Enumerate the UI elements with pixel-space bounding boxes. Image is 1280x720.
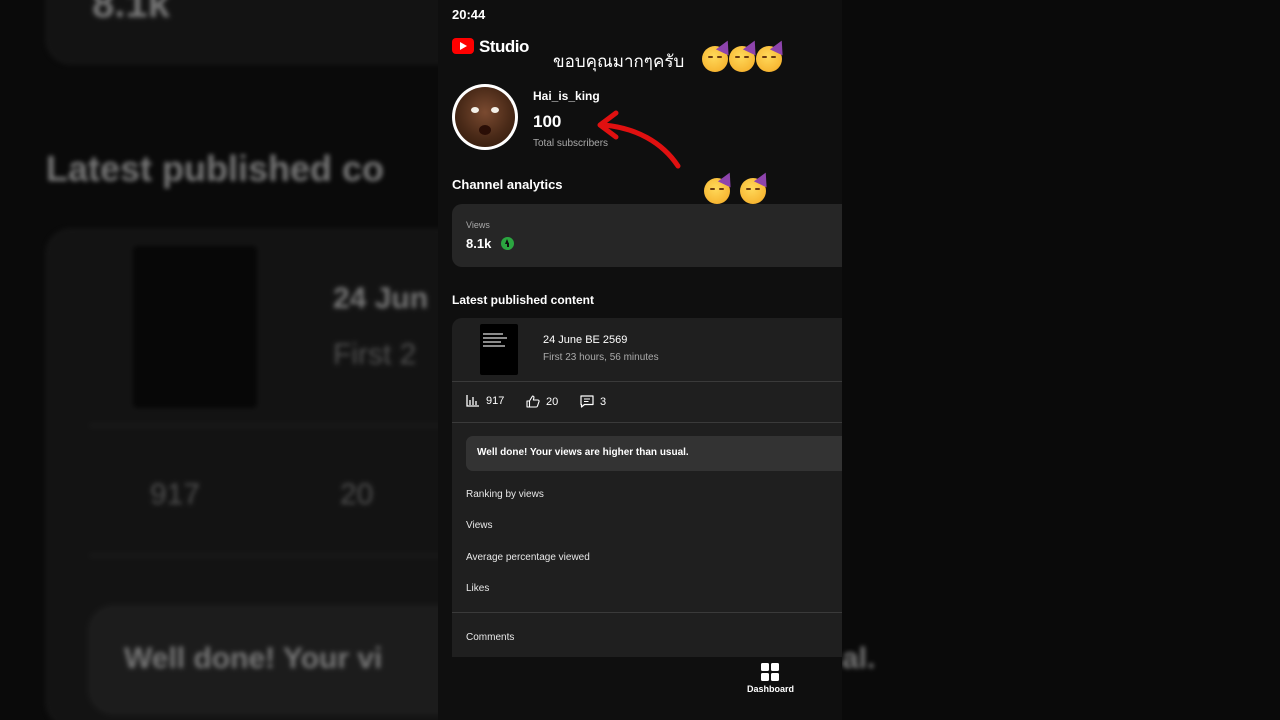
likes-stat: 20 (526, 395, 558, 408)
views-count: 917 (486, 395, 505, 407)
avatar-image (455, 87, 515, 147)
partying-face-emoji-icon (702, 46, 728, 72)
metric-likes[interactable]: Likes (466, 583, 489, 594)
thumbs-up-icon (526, 395, 540, 408)
partying-face-emoji-icon (740, 178, 766, 204)
partying-face-emoji-icon (704, 178, 730, 204)
subscriber-count: 100 (533, 112, 562, 131)
bar-chart-icon (466, 395, 479, 407)
nav-dashboard-label[interactable]: Dashboard (747, 684, 794, 694)
bottom-nav: Dashboard (438, 657, 842, 720)
bg-first: First 2 (333, 338, 417, 371)
bg-divider (90, 425, 450, 426)
video-subtitle: First 23 hours, 56 minutes (543, 352, 659, 363)
comments-count: 3 (600, 395, 607, 408)
metric-average-percentage[interactable]: Average percentage viewed (466, 552, 590, 563)
metric-views[interactable]: Views (466, 520, 493, 531)
metric-comments[interactable]: Comments (466, 632, 514, 643)
bg-latest-title: Latest published co (46, 148, 385, 189)
likes-count: 20 (546, 395, 559, 408)
views-stat: 917 (466, 395, 504, 407)
views-card[interactable]: Views 8.1k (452, 204, 842, 267)
bg-views: 917 (150, 478, 201, 511)
section-title-analytics: Channel analytics (452, 177, 563, 192)
trend-up-icon (501, 237, 514, 250)
bg-likes: 20 (340, 478, 374, 511)
divider (452, 422, 842, 423)
bg-banner-start: Well done! Your vi (124, 642, 383, 675)
bg-thumbnail (133, 246, 257, 408)
status-time: 20:44 (452, 7, 486, 22)
divider (452, 612, 842, 613)
bg-views-value: 8.1k (92, 0, 170, 26)
channel-avatar[interactable] (452, 84, 518, 150)
partying-face-emoji-icon (729, 46, 755, 72)
bg-banner-end: al. (842, 642, 876, 675)
latest-content-card[interactable]: 24 June BE 2569 First 23 hours, 56 minut… (452, 318, 842, 658)
red-arrow-annotation-icon (597, 110, 681, 169)
views-label: Views (466, 220, 490, 230)
channel-name: Hai_is_king (533, 89, 600, 103)
bg-date: 24 Jun (333, 282, 429, 315)
dashboard-icon[interactable] (761, 663, 779, 681)
youtube-logo-icon (452, 38, 474, 54)
video-thumbnail[interactable] (480, 324, 518, 375)
section-title-latest: Latest published content (452, 293, 595, 307)
performance-banner: Well done! Your views are higher than us… (466, 436, 842, 471)
banner-text: Well done! Your views are higher than us… (477, 447, 689, 458)
comment-icon (580, 395, 594, 408)
views-value: 8.1k (466, 236, 492, 251)
partying-face-emoji-icon (756, 46, 782, 72)
comments-stat: 3 (580, 395, 606, 408)
divider (452, 381, 842, 382)
bg-divider (90, 555, 450, 556)
video-title[interactable]: 24 June BE 2569 (543, 334, 627, 346)
metric-ranking[interactable]: Ranking by views (466, 489, 544, 500)
overlay-caption: ขอบคุณมากๆครับ (553, 52, 685, 72)
app-title: Studio (479, 37, 529, 56)
